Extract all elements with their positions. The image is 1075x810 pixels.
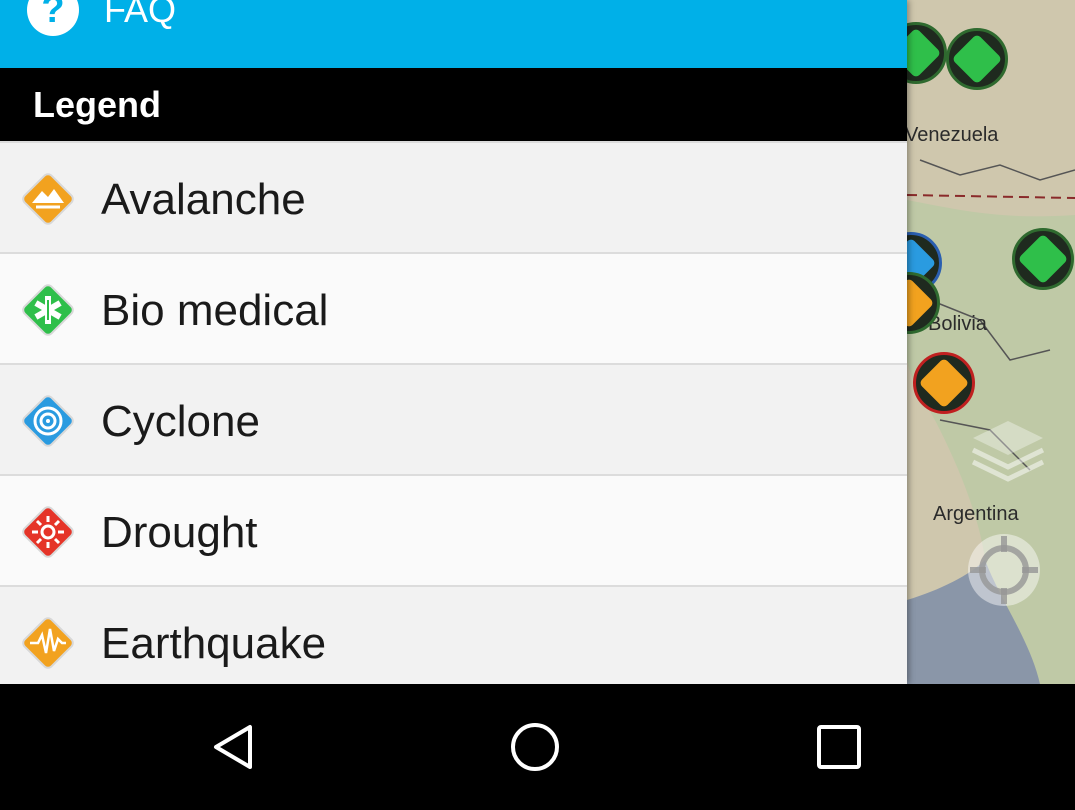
legend-item-bio-medical[interactable]: Bio medical (0, 252, 907, 363)
recents-button[interactable] (809, 717, 869, 777)
cyclone-icon (22, 395, 74, 447)
legend-item-cyclone[interactable]: Cyclone (0, 363, 907, 474)
legend-label: Earthquake (101, 619, 327, 668)
legend-title: Legend (33, 84, 162, 125)
system-navigation-bar (0, 684, 1075, 810)
drought-icon (22, 506, 74, 558)
legend-header: Legend (0, 68, 907, 141)
map-marker-bio-medical[interactable] (1012, 228, 1074, 290)
legend-label: Drought (101, 508, 258, 557)
avalanche-icon (22, 173, 74, 225)
earthquake-icon (22, 617, 74, 669)
home-icon (511, 723, 559, 771)
bio-medical-icon (22, 284, 74, 336)
map-label-venezuela: Venezuela (905, 124, 999, 146)
legend-label: Avalanche (101, 175, 306, 224)
faq-label: FAQ (104, 0, 177, 30)
map-label-argentina: Argentina (933, 503, 1019, 525)
legend-list: Avalanche Bio medical Cyclone Drought Ea… (0, 141, 907, 684)
back-button[interactable] (203, 717, 263, 777)
navigation-drawer: ? FAQ Legend Avalanche Bio medical Cyclo… (0, 0, 907, 684)
legend-item-avalanche[interactable]: Avalanche (0, 141, 907, 252)
legend-label: Cyclone (101, 397, 260, 446)
back-icon (214, 725, 252, 769)
screen: Venezuela Bolivia Argentina ? FAQ Legend… (0, 0, 1075, 810)
help-icon: ? (27, 0, 79, 36)
recents-icon (817, 725, 861, 769)
legend-item-drought[interactable]: Drought (0, 474, 907, 585)
home-button[interactable] (505, 717, 565, 777)
map-marker-earthquake[interactable] (913, 352, 975, 414)
map-marker-bio-medical[interactable] (946, 28, 1008, 90)
legend-label: Bio medical (101, 286, 329, 335)
faq-item[interactable]: ? FAQ (0, 0, 907, 68)
legend-item-earthquake[interactable]: Earthquake (0, 585, 907, 684)
